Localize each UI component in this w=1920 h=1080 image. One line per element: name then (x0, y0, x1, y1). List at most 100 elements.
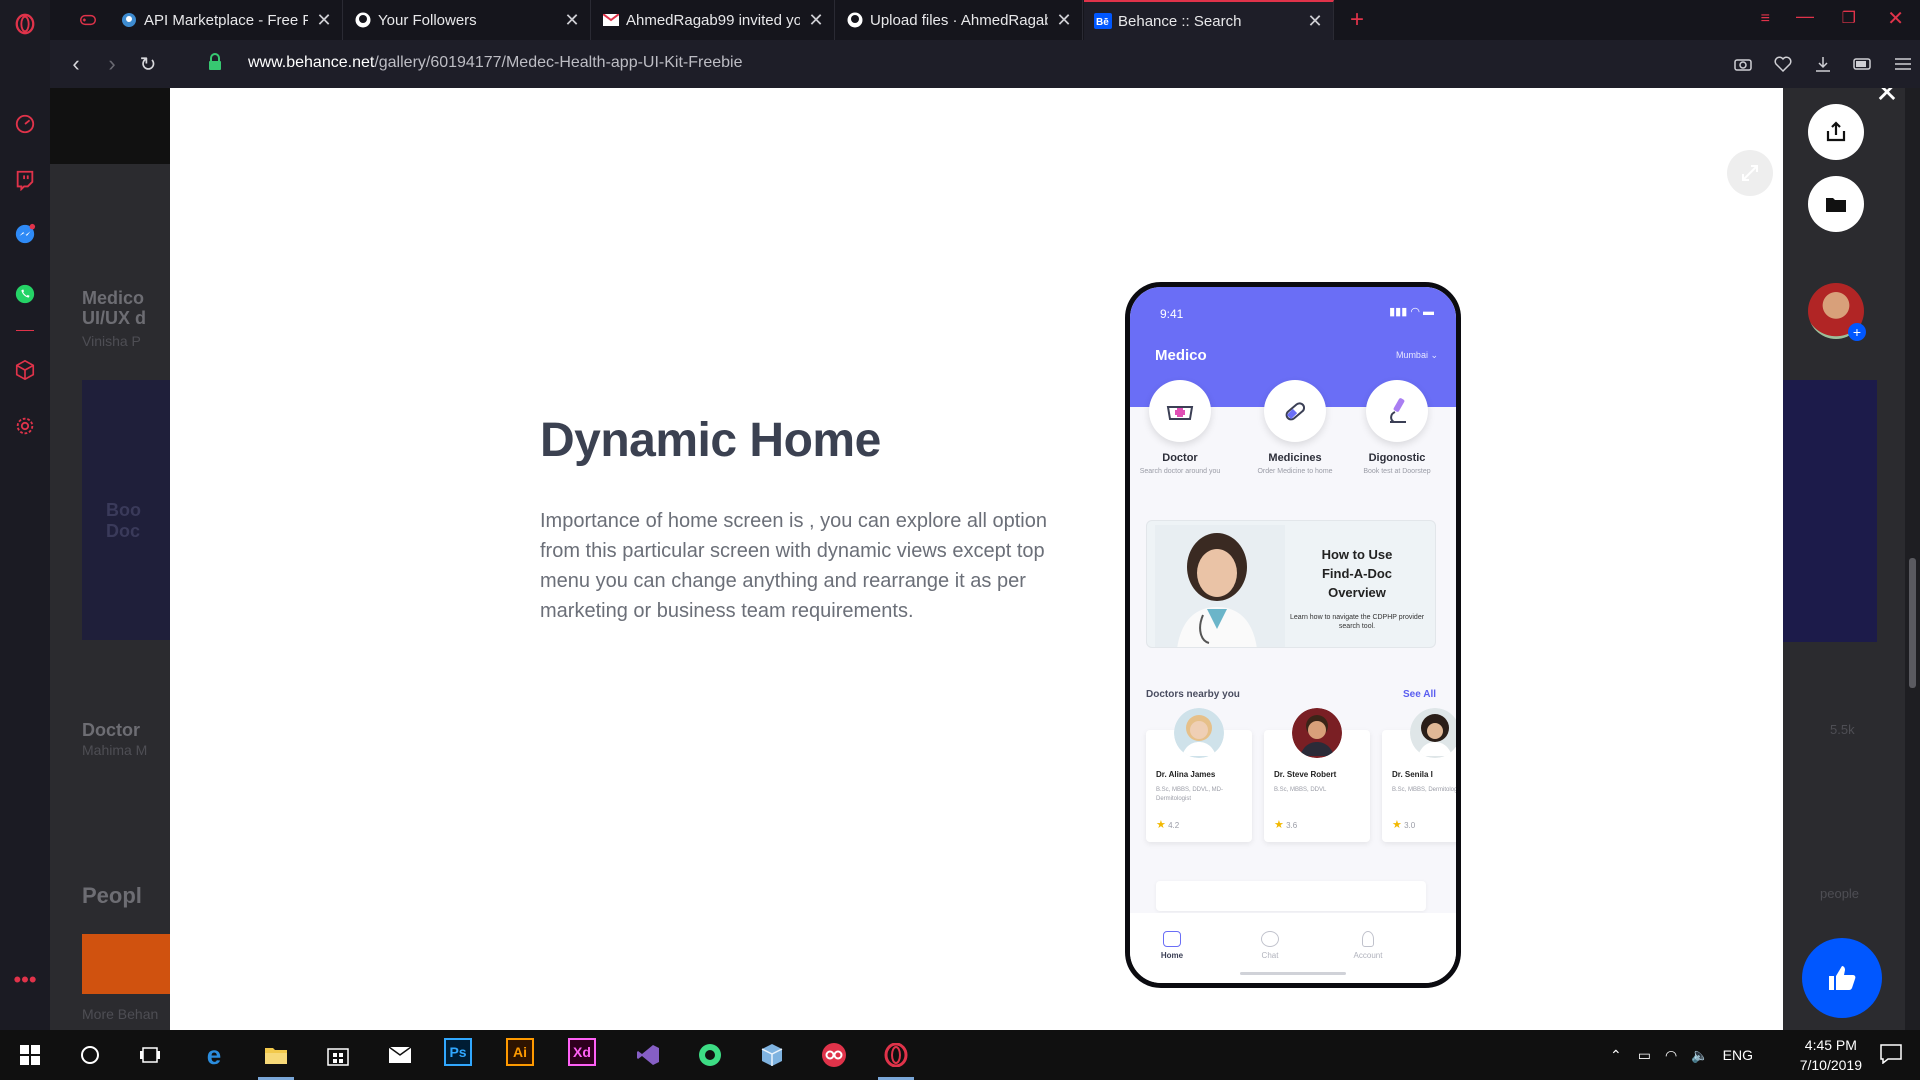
visual-studio-icon[interactable] (630, 1038, 666, 1072)
battery-icon[interactable] (1846, 48, 1880, 80)
vertical-scrollbar[interactable] (1905, 88, 1920, 1030)
edge-browser-icon[interactable]: e (196, 1038, 232, 1072)
reload-button[interactable]: ↻ (130, 46, 166, 82)
tab-upload-files[interactable]: Upload files · AhmedRagab ✕ (836, 0, 1083, 40)
settings-gear-icon[interactable] (13, 414, 37, 438)
microsoft-store-icon[interactable] (320, 1038, 356, 1072)
language-indicator[interactable]: ENG (1723, 1047, 1753, 1063)
battery-tray-icon[interactable]: ▭ (1638, 1047, 1651, 1064)
project-thumbnail-right[interactable] (1783, 380, 1877, 642)
chevron-up-icon[interactable]: ⌃ (1610, 1047, 1622, 1064)
project-thumbnail[interactable]: Boo Doc (82, 380, 170, 640)
more-options-icon[interactable]: ••• (13, 967, 37, 992)
game-controller-icon[interactable] (70, 0, 106, 40)
whatsapp-icon[interactable] (13, 282, 37, 306)
adobe-xd-icon[interactable]: Xd (568, 1038, 596, 1066)
close-tab-icon[interactable]: ✕ (316, 11, 332, 29)
expand-icon[interactable] (1727, 150, 1773, 196)
opera-logo-icon[interactable] (13, 12, 37, 36)
new-tab-button[interactable]: + (1340, 0, 1376, 40)
section-description: Importance of home screen is , you can e… (540, 510, 1047, 622)
pill-icon (1264, 380, 1326, 442)
behance-header-strip (50, 88, 170, 164)
clock[interactable]: 4:45 PM 7/10/2019 (1800, 1035, 1862, 1075)
heart-icon[interactable] (1766, 48, 1800, 80)
back-button[interactable]: ‹ (58, 46, 94, 82)
close-window-button[interactable]: ✕ (1887, 6, 1904, 31)
section-heading: Dynamic Home (540, 414, 881, 467)
star-icon: ★ (1274, 819, 1284, 831)
doctor-card[interactable]: Dr. Senila I B.Sc, MBBS, Dermitologi ★ 3… (1382, 708, 1456, 842)
speed-dial-icon[interactable] (13, 112, 37, 136)
see-all-link[interactable]: See All (1403, 689, 1436, 700)
api-marketplace-icon (120, 11, 138, 29)
virtualbox-icon[interactable] (754, 1038, 790, 1072)
github-icon (846, 11, 864, 29)
close-tab-icon[interactable]: ✕ (1307, 12, 1323, 30)
gmail-icon (602, 11, 620, 29)
promo-card[interactable] (1156, 881, 1426, 911)
forward-button[interactable]: › (94, 46, 130, 82)
close-tab-icon[interactable]: ✕ (564, 11, 580, 29)
rocket-chat-icon[interactable] (816, 1038, 852, 1072)
task-view-icon[interactable] (132, 1038, 168, 1072)
share-button[interactable] (1808, 104, 1864, 160)
star-icon: ★ (1156, 819, 1166, 831)
download-icon[interactable] (1806, 48, 1840, 80)
wifi-icon[interactable]: ◠ (1665, 1047, 1677, 1064)
follow-plus-icon[interactable]: + (1848, 323, 1866, 341)
close-tab-icon[interactable]: ✕ (808, 11, 824, 29)
doctor-card[interactable]: Dr. Alina James B.Sc, MBBS, DDVL, MD- De… (1146, 708, 1252, 842)
account-icon (1362, 931, 1374, 947)
save-to-collection-button[interactable] (1808, 176, 1864, 232)
nav-chat[interactable]: Chat (1240, 931, 1300, 960)
minimize-button[interactable]: — (1796, 6, 1814, 27)
twitch-icon[interactable] (13, 168, 37, 192)
tab-api-marketplace[interactable]: API Marketplace - Free Pub ✕ (110, 0, 343, 40)
overview-banner[interactable]: How to Use Find-A-Doc Overview Learn how… (1146, 520, 1436, 648)
category-diagnostic[interactable]: Digonostic Book test at Doorstep (1352, 380, 1442, 476)
address-bar: ‹ › ↻ www.behance.net/gallery/60194177/M… (50, 40, 1920, 88)
easy-setup-icon[interactable] (1886, 48, 1920, 80)
tab-gmail-invite[interactable]: AhmedRagab99 invited you ✕ (592, 0, 835, 40)
microscope-icon (1366, 380, 1428, 442)
windows-start-icon[interactable] (12, 1038, 48, 1072)
nav-account[interactable]: Account (1338, 931, 1398, 960)
messenger-icon[interactable] (13, 222, 37, 246)
tab-behance-search[interactable]: Bē Behance :: Search ✕ (1084, 0, 1334, 40)
cube-icon[interactable] (13, 358, 37, 382)
nurse-cap-icon (1149, 380, 1211, 442)
android-studio-icon[interactable] (692, 1038, 728, 1072)
doctor-card[interactable]: Dr. Steve Robert B.Sc, MBBS, DDVL ★ 3.6 (1264, 708, 1370, 842)
system-tray: ⌃ ▭ ◠ 🔈 ENG (1610, 1030, 1753, 1080)
share-icon (1826, 121, 1846, 142)
tab-menu-icon[interactable]: ≡ (1761, 10, 1770, 28)
illustrator-icon[interactable]: Ai (506, 1038, 534, 1066)
tab-your-followers[interactable]: Your Followers ✕ (344, 0, 591, 40)
scrollbar-thumb[interactable] (1909, 558, 1916, 688)
notifications-icon[interactable] (1880, 1044, 1902, 1069)
url-field[interactable]: www.behance.net/gallery/60194177/Medec-H… (248, 54, 743, 72)
camera-icon[interactable] (1726, 48, 1760, 80)
opera-browser-icon[interactable] (878, 1038, 914, 1080)
doctor-avatar (1174, 708, 1224, 758)
appreciate-button[interactable] (1802, 938, 1882, 1018)
category-medicines[interactable]: Medicines Order Medicine to home (1250, 380, 1340, 476)
cortana-search-icon[interactable] (72, 1038, 108, 1072)
behance-page: Medico UI/UX d Vinisha P Boo Doc Doctor … (50, 88, 1920, 1030)
close-tab-icon[interactable]: ✕ (1056, 11, 1072, 29)
lock-icon (208, 53, 222, 76)
sidebar-divider (16, 330, 34, 331)
doctor-avatar (1410, 708, 1456, 758)
close-modal-button[interactable]: ✕ (1872, 88, 1902, 108)
nav-home[interactable]: Home (1142, 931, 1202, 960)
mail-icon[interactable] (382, 1038, 418, 1072)
restore-button[interactable]: ❐ (1842, 8, 1856, 28)
category-doctor[interactable]: Doctor Search doctor around you (1135, 380, 1225, 476)
volume-icon[interactable]: 🔈 (1691, 1047, 1708, 1064)
browser-sidebar: ••• (0, 0, 50, 1030)
photoshop-icon[interactable]: Ps (444, 1038, 472, 1066)
file-explorer-icon[interactable] (258, 1038, 294, 1080)
phone-mockup: 9:41 ▮▮▮ ◠ ▬ Medico Mumbai ⌄ Doctor Sear… (1125, 282, 1461, 988)
people-card[interactable] (82, 934, 170, 994)
